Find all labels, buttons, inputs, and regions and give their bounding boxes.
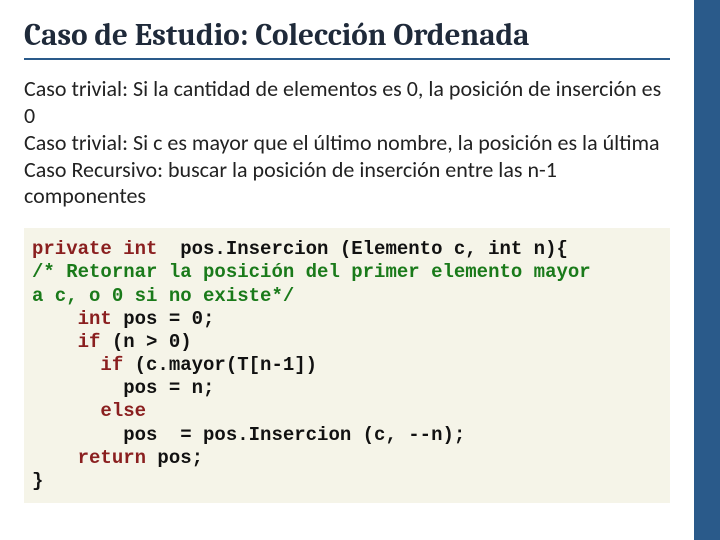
- code-text: pos.Insercion (Elemento c, int n){: [157, 238, 567, 260]
- body-paragraph-3: Caso Recursivo: buscar la posición de in…: [24, 157, 670, 211]
- body-text-block: Caso trivial: Si la cantidad de elemento…: [24, 76, 670, 210]
- code-text: (n > 0): [100, 331, 191, 353]
- code-text: pos = 0;: [112, 308, 215, 330]
- body-paragraph-2: Caso trivial: Si c es mayor que el últim…: [24, 130, 670, 157]
- slide-title: Caso de Estudio: Colección Ordenada: [24, 18, 670, 52]
- code-block: private int pos.Insercion (Elemento c, i…: [24, 228, 670, 503]
- body-paragraph-1: Caso trivial: Si la cantidad de elemento…: [24, 76, 670, 130]
- code-keyword: return: [32, 447, 146, 469]
- code-text: }: [32, 470, 43, 492]
- code-keyword: else: [32, 400, 146, 422]
- code-comment: a c, o 0 si no existe*/: [32, 285, 294, 307]
- code-text: pos = n;: [32, 377, 214, 399]
- code-keyword: int: [32, 308, 112, 330]
- code-keyword: private int: [32, 238, 157, 260]
- slide-sidebar-accent: [694, 0, 720, 540]
- code-comment: /* Retornar la posición del primer eleme…: [32, 261, 591, 283]
- code-text: pos;: [146, 447, 203, 469]
- code-text: pos = pos.Insercion (c, --n);: [32, 424, 465, 446]
- code-text: (c.mayor(T[n-1]): [123, 354, 317, 376]
- title-underline: [24, 58, 670, 60]
- code-keyword: if: [32, 354, 123, 376]
- slide-content: Caso de Estudio: Colección Ordenada Caso…: [0, 0, 694, 540]
- code-keyword: if: [32, 331, 100, 353]
